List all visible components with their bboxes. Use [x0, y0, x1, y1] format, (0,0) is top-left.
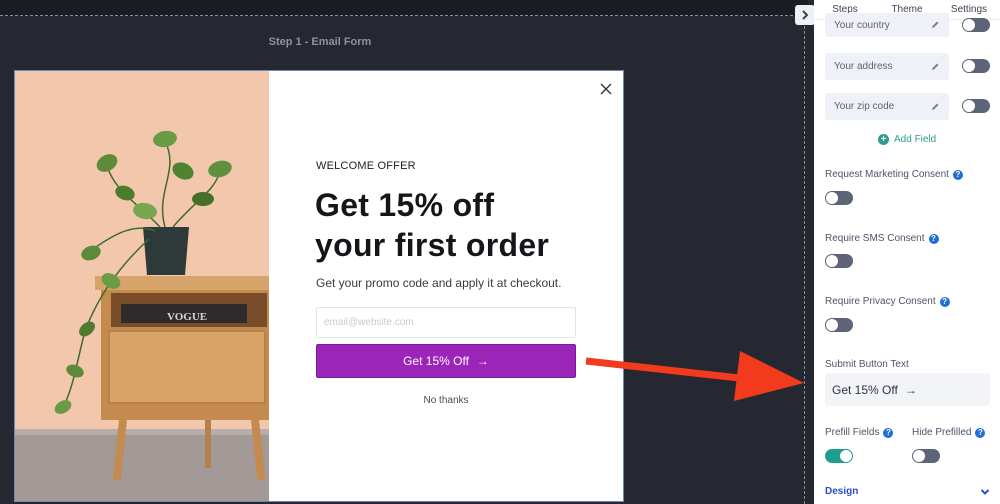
toggle-prefill-fields[interactable] [825, 449, 853, 463]
help-icon[interactable]: ? [939, 296, 950, 307]
toggle-zip[interactable] [962, 99, 990, 113]
toggle-country[interactable] [962, 18, 990, 32]
help-icon[interactable]: ? [928, 233, 939, 244]
toggle-hide-prefilled[interactable] [912, 449, 940, 463]
field-label: Your address [834, 61, 893, 72]
headline: Get 15% off your first order [315, 185, 615, 265]
toggle-sms-consent[interactable] [825, 254, 853, 268]
no-thanks-link[interactable]: No thanks [316, 395, 576, 406]
book-text: VOGUE [167, 311, 207, 323]
canvas-top-strip [0, 0, 808, 16]
marketing-consent-label: Request Marketing Consent ? [825, 169, 963, 180]
subtext: Get your promo code and apply it at chec… [316, 276, 562, 290]
step-title: Step 1 - Email Form [268, 36, 372, 48]
pencil-icon[interactable] [930, 62, 940, 72]
email-input[interactable] [316, 307, 576, 338]
eyebrow-text: WELCOME OFFER [316, 160, 416, 172]
submit-button-label: Get 15% Off [403, 354, 469, 368]
toggle-marketing-consent[interactable] [825, 191, 853, 205]
canvas-boundary [804, 16, 805, 504]
help-icon[interactable]: ? [952, 169, 963, 180]
hide-prefilled-text: Hide Prefilled [912, 427, 972, 438]
prefill-fields-text: Prefill Fields [825, 427, 880, 438]
privacy-consent-text: Require Privacy Consent [825, 296, 936, 307]
close-icon[interactable] [597, 80, 615, 98]
field-label: Your zip code [834, 101, 895, 112]
pencil-icon[interactable] [930, 102, 940, 112]
field-row-address[interactable]: Your address [825, 53, 949, 80]
editor-canvas: Step 1 - Email Form VOGUE WELCOME OFFER … [0, 0, 808, 504]
submit-button[interactable]: Get 15% Off → [316, 344, 576, 378]
settings-panel: Steps Theme Settings Your country Your a… [814, 0, 1000, 504]
sms-consent-label: Require SMS Consent ? [825, 233, 939, 244]
hide-prefilled-label: Hide Prefilled ? [912, 427, 986, 438]
design-label: Design [825, 486, 859, 497]
arrow-right-icon: → [904, 382, 917, 397]
pencil-icon[interactable] [930, 20, 940, 30]
annotation-arrow-icon [585, 351, 804, 401]
toggle-privacy-consent[interactable] [825, 318, 853, 332]
help-icon[interactable]: ? [883, 427, 894, 438]
submit-button-text-value: Get 15% Off [832, 382, 898, 397]
nightstand-plant-image: VOGUE [15, 71, 269, 501]
popup-form: WELCOME OFFER Get 15% off your first ord… [269, 71, 623, 501]
field-row-zip[interactable]: Your zip code [825, 93, 949, 120]
add-field-button[interactable]: + Add Field [878, 134, 936, 145]
privacy-consent-label: Require Privacy Consent ? [825, 296, 950, 307]
headline-line-2: your first order [315, 227, 550, 263]
marketing-consent-text: Request Marketing Consent [825, 169, 949, 180]
add-field-label: Add Field [894, 134, 937, 145]
chevron-down-icon [980, 488, 990, 495]
plus-icon: + [878, 134, 889, 145]
prefill-fields-label: Prefill Fields ? [825, 427, 894, 438]
popup-image: VOGUE [15, 71, 269, 501]
field-label: Your country [834, 19, 890, 31]
headline-line-1: Get 15% off [315, 187, 495, 223]
submit-button-text-label: Submit Button Text [825, 359, 909, 370]
help-icon[interactable]: ? [975, 427, 986, 438]
arrow-right-icon: → [476, 354, 489, 368]
toggle-address[interactable] [962, 59, 990, 73]
collapse-panel-button[interactable] [795, 5, 815, 25]
field-row-country[interactable]: Your country [825, 13, 949, 37]
popup-preview[interactable]: VOGUE WELCOME OFFER Get 15% off your fir… [14, 70, 624, 502]
sms-consent-text: Require SMS Consent [825, 233, 925, 244]
chevron-right-icon [802, 10, 809, 20]
design-section-toggle[interactable]: Design [825, 486, 990, 497]
submit-button-text-input[interactable]: Get 15% Off → [825, 373, 990, 406]
